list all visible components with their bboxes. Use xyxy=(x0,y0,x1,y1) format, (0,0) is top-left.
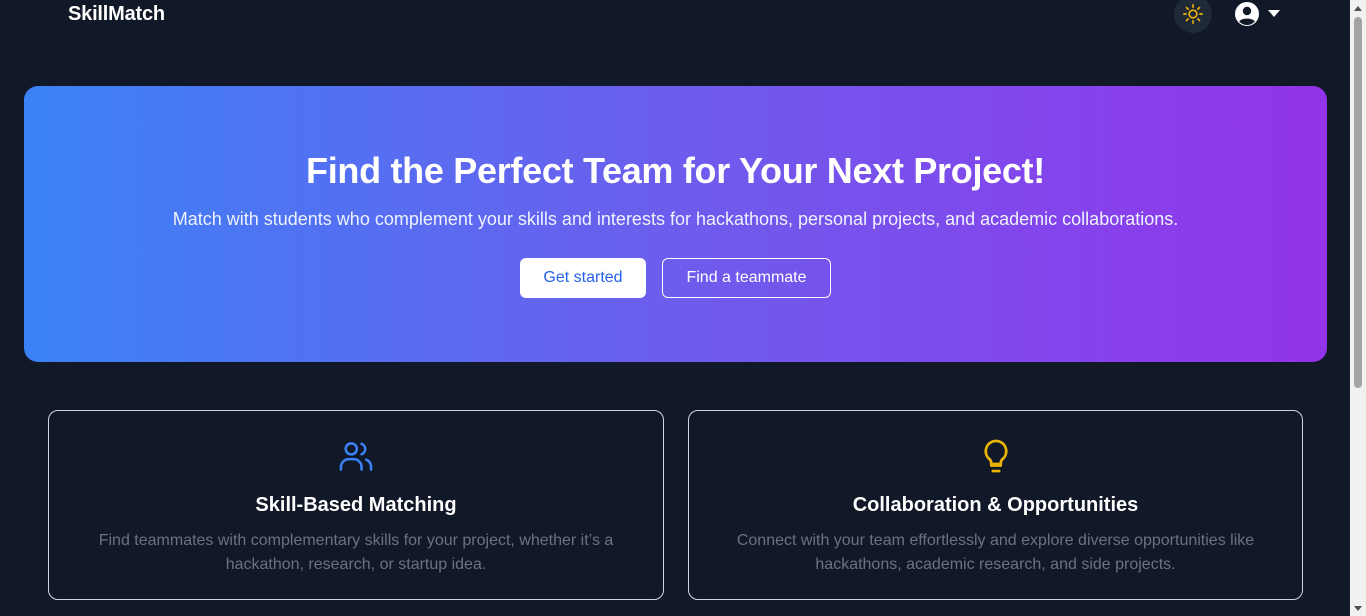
feature-card-collaboration: Collaboration & Opportunities Connect wi… xyxy=(688,410,1303,600)
scroll-down-arrow-icon[interactable] xyxy=(1353,603,1363,613)
feature-description: Find teammates with complementary skills… xyxy=(98,532,614,573)
feature-description: Connect with your team effortlessly and … xyxy=(736,532,1255,573)
get-started-button[interactable]: Get started xyxy=(520,258,646,298)
lightbulb-icon xyxy=(977,437,1015,475)
page-scrollbar[interactable] xyxy=(1350,0,1366,616)
hero-subtitle: Match with students who complement your … xyxy=(172,209,1179,229)
navbar: SkillMatch xyxy=(0,0,1350,33)
user-circle-icon xyxy=(1234,1,1260,27)
user-menu-button[interactable] xyxy=(1234,1,1286,27)
brand-logo[interactable]: SkillMatch xyxy=(68,3,165,26)
scrollbar-thumb[interactable] xyxy=(1354,17,1362,388)
hero-banner: Find the Perfect Team for Your Next Proj… xyxy=(24,86,1327,362)
sun-icon xyxy=(1182,3,1204,25)
find-teammate-button[interactable]: Find a teammate xyxy=(662,258,831,298)
page: SkillMatch Find the Perfect Team for You… xyxy=(0,0,1366,616)
feature-title: Collaboration & Opportunities xyxy=(852,494,1139,516)
scroll-up-arrow-icon[interactable] xyxy=(1353,3,1363,13)
hero-actions: Get started Find a teammate xyxy=(24,258,1327,298)
feature-card-skill-matching: Skill-Based Matching Find teammates with… xyxy=(48,410,664,600)
caret-down-icon xyxy=(1268,10,1280,18)
theme-toggle-button[interactable] xyxy=(1174,0,1212,33)
users-icon xyxy=(337,437,375,475)
hero-title: Find the Perfect Team for Your Next Proj… xyxy=(306,150,1045,191)
feature-title: Skill-Based Matching xyxy=(255,494,457,516)
